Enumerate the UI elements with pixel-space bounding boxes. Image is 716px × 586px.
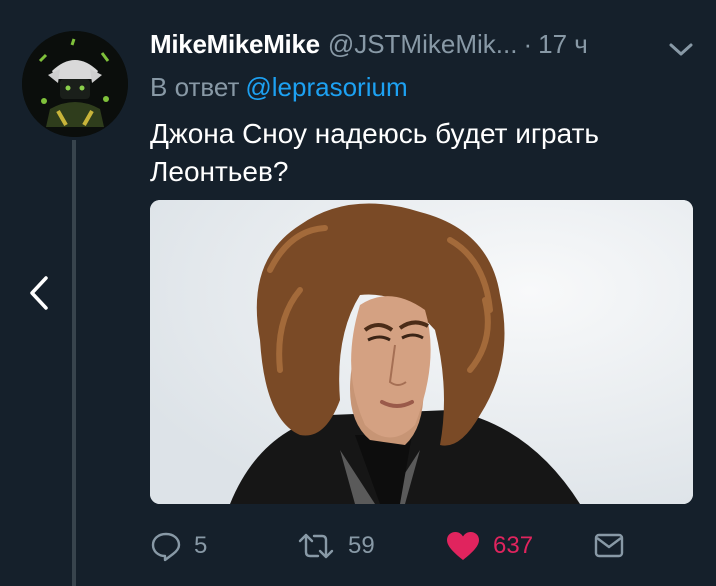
heart-icon (447, 532, 479, 560)
direct-message-icon (594, 533, 624, 558)
tweet-header: MikeMikeMike @JSTMikeMik... · 17 ч (150, 29, 710, 65)
thread-connector-line (72, 140, 76, 586)
reply-prefix: В ответ (150, 72, 240, 102)
like-count: 637 (493, 532, 534, 559)
reply-count: 5 (194, 532, 208, 559)
reply-mention-link[interactable]: @leprasorium (245, 72, 407, 102)
retweet-count: 59 (348, 532, 375, 559)
like-button[interactable]: 637 (445, 530, 533, 562)
reply-button[interactable]: 5 (150, 530, 207, 562)
tweet-photo[interactable] (150, 200, 693, 504)
tweet-text: Джона Сноу надеюсь будет играть Леонтьев… (150, 118, 599, 187)
separator-dot: · (523, 29, 533, 59)
retweet-button[interactable]: 59 (296, 530, 375, 562)
reply-icon (151, 532, 181, 562)
menu-chevron-icon[interactable] (668, 42, 694, 58)
timestamp[interactable]: 17 ч (538, 29, 588, 60)
back-chevron-icon[interactable] (24, 272, 56, 314)
reply-context: В ответ @leprasorium (150, 72, 408, 103)
display-name[interactable]: MikeMikeMike (150, 29, 320, 60)
direct-message-button[interactable] (594, 530, 624, 562)
user-handle[interactable]: @JSTMikeMik... (328, 29, 518, 60)
avatar[interactable] (22, 31, 128, 137)
retweet-icon (298, 533, 334, 559)
